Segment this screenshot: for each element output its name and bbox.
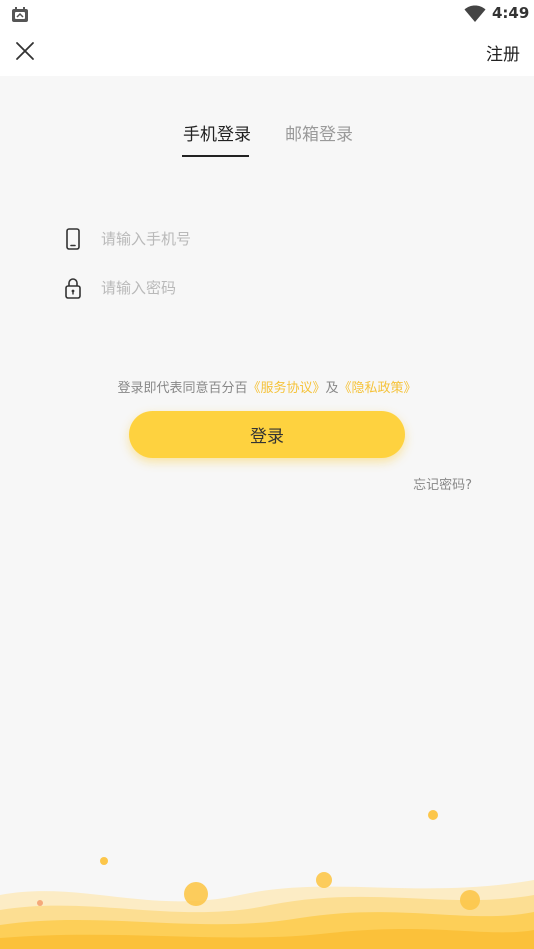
- forgot-password-link[interactable]: 忘记密码?: [413, 474, 472, 493]
- wifi-icon: [464, 5, 486, 22]
- status-bar: 4:49: [0, 0, 534, 28]
- agreement-conjunction: 及: [325, 381, 339, 396]
- agreement-text: 登录即代表同意百分百《服务协议》及《隐私政策》: [0, 377, 534, 396]
- lock-icon: [65, 278, 81, 299]
- password-field: [62, 275, 482, 305]
- phone-input[interactable]: [101, 226, 461, 252]
- register-link[interactable]: 注册: [486, 40, 520, 65]
- phone-field: [62, 226, 482, 256]
- close-icon[interactable]: [14, 40, 36, 62]
- password-input[interactable]: [101, 275, 461, 301]
- active-tab-indicator: [182, 155, 249, 157]
- app-header: 注册: [0, 28, 534, 76]
- tab-phone-login[interactable]: 手机登录: [183, 120, 251, 145]
- login-button[interactable]: 登录: [129, 411, 405, 458]
- android-debug-icon: [12, 7, 28, 22]
- tab-email-login[interactable]: 邮箱登录: [285, 120, 353, 145]
- phone-icon: [66, 228, 80, 250]
- service-agreement-link[interactable]: 《服务协议》: [247, 381, 325, 396]
- privacy-policy-link[interactable]: 《隐私政策》: [339, 381, 417, 396]
- status-time: 4:49: [492, 4, 530, 22]
- agreement-prefix: 登录即代表同意百分百: [117, 381, 248, 396]
- login-tabs: 手机登录 邮箱登录: [0, 120, 534, 160]
- decorative-waves: [0, 810, 534, 949]
